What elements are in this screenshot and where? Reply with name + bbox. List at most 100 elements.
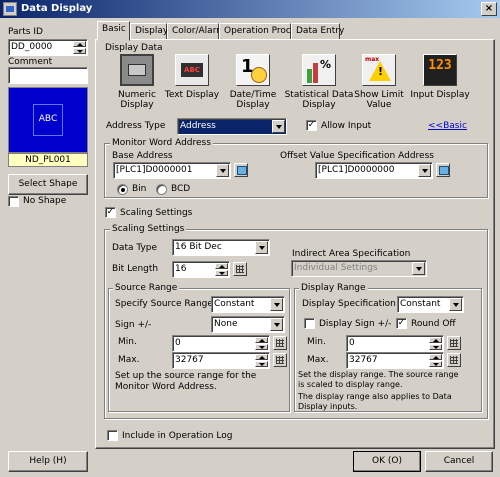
display-range-note2: The display range also applies to Data D… [298, 392, 452, 411]
scaling-settings-checkbox[interactable]: ✓ [105, 207, 116, 218]
address-type-label: Address Type [106, 121, 166, 131]
parts-id-value: DD_0000 [11, 42, 53, 52]
app-icon [3, 2, 17, 16]
tab-basic[interactable]: Basic [97, 21, 130, 41]
display-max-label: Max. [307, 355, 329, 365]
spin-up-icon[interactable] [255, 337, 268, 343]
data-type-label: Data Type [112, 243, 158, 253]
monitor-word-group-label: Monitor Word Address [110, 138, 213, 148]
round-off-checkbox[interactable]: ✓ [396, 318, 407, 329]
no-shape-checkbox[interactable] [8, 196, 19, 207]
ok-button[interactable]: OK (O) [353, 451, 421, 472]
keypad-icon[interactable] [273, 353, 287, 367]
no-shape-label: No Shape [23, 196, 67, 206]
display-sign-label: Display Sign +/- [319, 319, 392, 329]
offset-address-value: [PLC1]D0000000 [318, 165, 395, 175]
spin-down-icon[interactable] [429, 361, 442, 367]
chevron-down-icon[interactable] [270, 318, 283, 331]
source-min-label: Min. [118, 337, 137, 347]
parts-id-spinner[interactable] [73, 41, 86, 54]
address-type-select[interactable]: Address [177, 118, 287, 135]
spin-down-icon[interactable] [255, 344, 268, 350]
chevron-down-icon[interactable] [418, 164, 431, 177]
text-display-label: Text Display [164, 90, 220, 100]
basic-link[interactable]: <<Basic [428, 121, 467, 132]
preview-text: ABC [38, 114, 58, 124]
source-sign-select[interactable]: None [211, 316, 285, 333]
tab-color-alarm[interactable]: Color/Alarm [167, 23, 225, 40]
chevron-down-icon[interactable] [272, 120, 285, 133]
display-type-datetime[interactable]: 1 Date/Time Display [218, 54, 288, 122]
display-min-spinner[interactable] [429, 337, 442, 350]
specify-source-select[interactable]: Constant [211, 296, 285, 313]
keypad-icon[interactable] [447, 336, 461, 350]
spin-down-icon[interactable] [215, 270, 228, 276]
source-min-spinner[interactable] [255, 337, 268, 350]
spin-down-icon[interactable] [429, 344, 442, 350]
allow-input-label: Allow Input [321, 121, 372, 131]
bin-radio[interactable] [117, 184, 128, 195]
source-min-input[interactable]: 0 [172, 335, 270, 352]
display-type-text[interactable]: ABC Text Display [157, 54, 227, 122]
input-display-icon: 123 [423, 54, 457, 86]
display-min-input[interactable]: 0 [346, 335, 444, 352]
datetime-display-label: Date/Time Display [229, 90, 277, 110]
data-type-value: 16 Bit Dec [175, 242, 222, 252]
allow-input-checkbox[interactable]: ✓ [306, 120, 317, 131]
address-picker-icon[interactable] [436, 163, 450, 177]
spin-down-icon[interactable] [255, 361, 268, 367]
address-type-value: Address [180, 121, 216, 131]
tab-data-entry[interactable]: Data Entry [291, 23, 344, 40]
display-type-limit[interactable]: ! max Show Limit Value [344, 54, 414, 122]
address-picker-icon[interactable] [234, 163, 248, 177]
specify-source-label: Specify Source Range [115, 299, 213, 309]
statistical-display-icon: % [302, 54, 336, 86]
display-max-input[interactable]: 32767 [346, 352, 444, 369]
display-range-note1: Set the display range. The source range … [298, 370, 459, 389]
spin-up-icon[interactable] [73, 41, 86, 47]
chevron-down-icon[interactable] [270, 298, 283, 311]
source-max-input[interactable]: 32767 [172, 352, 270, 369]
display-type-input[interactable]: 123 Input Display [405, 54, 475, 122]
bit-length-spinner[interactable] [215, 263, 228, 276]
select-shape-button[interactable]: Select Shape [8, 174, 88, 195]
chevron-down-icon[interactable] [255, 241, 268, 254]
parts-id-input[interactable]: DD_0000 [8, 39, 88, 56]
source-range-group-label: Source Range [113, 283, 180, 293]
help-button[interactable]: Help (H) [8, 451, 88, 472]
data-type-select[interactable]: 16 Bit Dec [172, 239, 270, 256]
include-log-checkbox[interactable] [107, 430, 118, 441]
spin-up-icon[interactable] [429, 337, 442, 343]
include-log-label: Include in Operation Log [122, 431, 233, 441]
specify-source-value: Constant [214, 299, 255, 309]
tab-display[interactable]: Display [130, 23, 168, 40]
display-spec-select[interactable]: Constant [397, 296, 464, 313]
chevron-down-icon[interactable] [216, 164, 229, 177]
chevron-down-icon[interactable] [412, 262, 425, 275]
cancel-button[interactable]: Cancel [425, 451, 493, 472]
display-max-spinner[interactable] [429, 354, 442, 367]
keypad-icon[interactable] [233, 262, 247, 276]
source-max-value: 32767 [175, 355, 204, 365]
spin-down-icon[interactable] [73, 48, 86, 54]
indirect-area-label: Indirect Area Specification [292, 249, 411, 259]
keypad-icon[interactable] [447, 353, 461, 367]
spin-up-icon[interactable] [215, 263, 228, 269]
bit-length-input[interactable]: 16 [172, 261, 230, 278]
indirect-area-select[interactable]: Individual Settings [291, 260, 427, 277]
offset-address-label: Offset Value Specification Address [280, 151, 434, 161]
limit-value-label: Show Limit Value [354, 90, 404, 110]
offset-address-input[interactable]: [PLC1]D0000000 [315, 162, 433, 179]
spin-up-icon[interactable] [429, 354, 442, 360]
base-address-input[interactable]: [PLC1]D0000001 [113, 162, 231, 179]
indirect-area-value: Individual Settings [294, 263, 378, 273]
source-max-spinner[interactable] [255, 354, 268, 367]
comment-input[interactable] [8, 67, 88, 84]
close-button[interactable]: × [481, 2, 497, 16]
tab-operation-process[interactable]: Operation Process [219, 23, 306, 40]
spin-up-icon[interactable] [255, 354, 268, 360]
display-sign-checkbox[interactable] [304, 318, 315, 329]
bcd-radio[interactable] [156, 184, 167, 195]
chevron-down-icon[interactable] [449, 298, 462, 311]
keypad-icon[interactable] [273, 336, 287, 350]
